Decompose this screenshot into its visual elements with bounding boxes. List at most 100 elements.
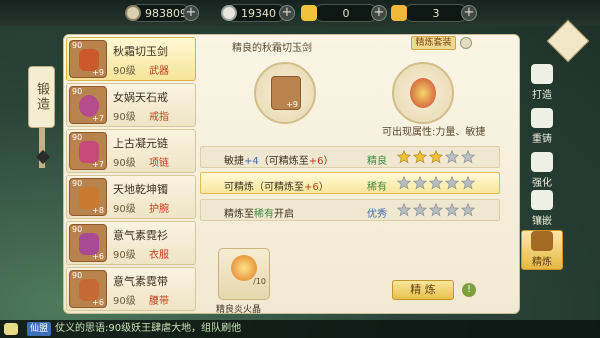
row-quality: 精良 xyxy=(367,156,387,167)
star-rating xyxy=(397,150,475,164)
star-empty-icon xyxy=(397,176,411,190)
item-name: 意气素霓衫 xyxy=(113,229,168,242)
star-rating xyxy=(397,203,475,217)
item-title: 精良的秋霜切玉剑 xyxy=(232,43,312,54)
star-rating xyxy=(397,176,475,190)
star-filled-icon xyxy=(429,150,443,164)
add-ingot-button[interactable]: + xyxy=(461,5,477,21)
item-slot: 衣服 xyxy=(149,250,169,261)
tab-inlay[interactable]: 镶嵌 xyxy=(521,190,563,230)
gold-value: 0 xyxy=(342,6,350,20)
item-level: 90 xyxy=(72,271,83,280)
item-name: 女娲天石戒 xyxy=(113,91,168,104)
row-quality: 稀有 xyxy=(367,182,387,193)
star-filled-icon xyxy=(413,150,427,164)
copper-value: 19340 xyxy=(241,6,276,20)
row-label: 可精炼（可精炼至+6） xyxy=(224,182,329,193)
item-thumb: 90 +7 xyxy=(69,132,107,170)
recast-icon xyxy=(531,108,553,128)
ingot-resource: 3 + xyxy=(391,4,477,22)
row-label: 敏捷+4（可精炼至+6） xyxy=(224,156,334,167)
tab-refine[interactable]: 精炼 xyxy=(521,230,563,270)
list-item-sword[interactable]: 90 +9 秋霜切玉剑 90级 武器 xyxy=(66,37,196,81)
row-quality: 优秀 xyxy=(367,209,387,220)
list-item-bracelet[interactable]: 90 +8 天地乾坤镯 90级 护腕 xyxy=(66,175,196,219)
material-count: /10 xyxy=(253,277,266,286)
strengthen-icon xyxy=(531,152,553,172)
item-lvl: 90级 xyxy=(113,250,136,261)
copper-resource: 19340 + xyxy=(221,4,295,22)
gold-ingot-pile-icon xyxy=(391,5,407,21)
item-thumb: 90 +6 xyxy=(69,270,107,308)
item-level: 90 xyxy=(72,41,83,50)
item-name: 秋霜切玉剑 xyxy=(113,45,168,58)
tab-label: 精炼 xyxy=(532,257,552,268)
item-thumb: 90 +9 xyxy=(69,40,107,78)
sword-icon: +9 xyxy=(271,76,301,110)
copper-coin-icon xyxy=(221,5,237,21)
add-gold-button[interactable]: + xyxy=(371,5,387,21)
item-lvl: 90级 xyxy=(113,204,136,215)
add-silver-button[interactable]: + xyxy=(183,5,199,21)
refine-gem-icon xyxy=(410,78,436,108)
item-level: 90 xyxy=(72,225,83,234)
item-level: 90 xyxy=(72,133,83,142)
item-slot: 戒指 xyxy=(149,112,169,123)
resource-bar: 983809 + 19340 + 0 + 3 + xyxy=(0,0,600,26)
tab-recast[interactable]: 重铸 xyxy=(521,108,563,148)
refine-set-badge[interactable]: 精炼套装 xyxy=(411,36,456,50)
star-empty-icon xyxy=(445,150,459,164)
item-plus: +8 xyxy=(92,206,104,215)
gold-resource: 0 + xyxy=(301,4,387,22)
star-empty-icon xyxy=(413,176,427,190)
list-item-ring[interactable]: 90 +7 女娲天石戒 90级 戒指 xyxy=(66,83,196,127)
refine-material-slot[interactable]: /10 xyxy=(218,248,270,300)
star-empty-icon xyxy=(445,176,459,190)
tab-label: 重铸 xyxy=(532,134,552,145)
item-thumb: 90 +6 xyxy=(69,224,107,262)
item-name: 意气素霓带 xyxy=(113,275,168,288)
star-empty-icon xyxy=(461,176,475,190)
item-thumb: 90 +8 xyxy=(69,178,107,216)
item-name: 上古凝元链 xyxy=(113,137,168,150)
chat-bar[interactable]: 仙盟 仗义的思语:90级妖王肆虐大地，组队刷他 xyxy=(0,320,600,338)
item-slot-circle: +9 xyxy=(254,62,316,124)
star-empty-icon xyxy=(461,203,475,217)
silver-value: 983809 xyxy=(145,6,187,20)
silver-coin-icon xyxy=(125,5,141,21)
inlay-icon xyxy=(531,190,553,210)
item-level: 90 xyxy=(72,179,83,188)
chat-bubble-icon[interactable] xyxy=(4,323,18,335)
tab-craft[interactable]: 打造 xyxy=(521,64,563,104)
item-plus: +6 xyxy=(92,252,104,261)
list-item-robe[interactable]: 90 +6 意气素霓衫 90级 衣服 xyxy=(66,221,196,265)
chat-channel: 仙盟 xyxy=(27,322,52,336)
add-copper-button[interactable]: + xyxy=(279,5,295,21)
list-item-necklace[interactable]: 90 +7 上古凝元链 90级 项链 xyxy=(66,129,196,173)
item-lvl: 90级 xyxy=(113,296,136,307)
ingot-value: 3 xyxy=(432,6,440,20)
game-screen: 983809 + 19340 + 0 + 3 + 锻造 90 +9 秋霜切玉剑 … xyxy=(0,0,600,338)
item-lvl: 90级 xyxy=(113,112,136,123)
forge-tab[interactable]: 锻造 xyxy=(28,66,55,128)
item-slot: 项链 xyxy=(149,158,169,169)
eye-icon[interactable] xyxy=(460,37,472,49)
refine-row-2[interactable]: 可精炼（可精炼至+6） 稀有 xyxy=(200,172,500,194)
item-plus: +9 xyxy=(286,100,298,109)
close-button[interactable] xyxy=(546,19,590,63)
list-item-belt[interactable]: 90 +6 意气素霓带 90级 腰带 xyxy=(66,267,196,311)
material-name: 精良炎火晶 xyxy=(216,305,262,315)
refine-button[interactable]: 精 炼 xyxy=(392,280,454,300)
item-slot: 护腕 xyxy=(149,204,169,215)
star-empty-icon xyxy=(429,176,443,190)
tab-strengthen[interactable]: 强化 xyxy=(521,152,563,192)
star-empty-icon xyxy=(413,203,427,217)
row-label: 精炼至稀有开启 xyxy=(224,209,294,220)
item-level: 90 xyxy=(72,87,83,96)
item-plus: +6 xyxy=(92,298,104,307)
item-plus: +7 xyxy=(92,114,104,123)
info-icon[interactable]: ! xyxy=(462,283,476,297)
item-plus: +7 xyxy=(92,160,104,169)
item-slot: 腰带 xyxy=(149,296,169,307)
refine-icon xyxy=(531,231,553,251)
